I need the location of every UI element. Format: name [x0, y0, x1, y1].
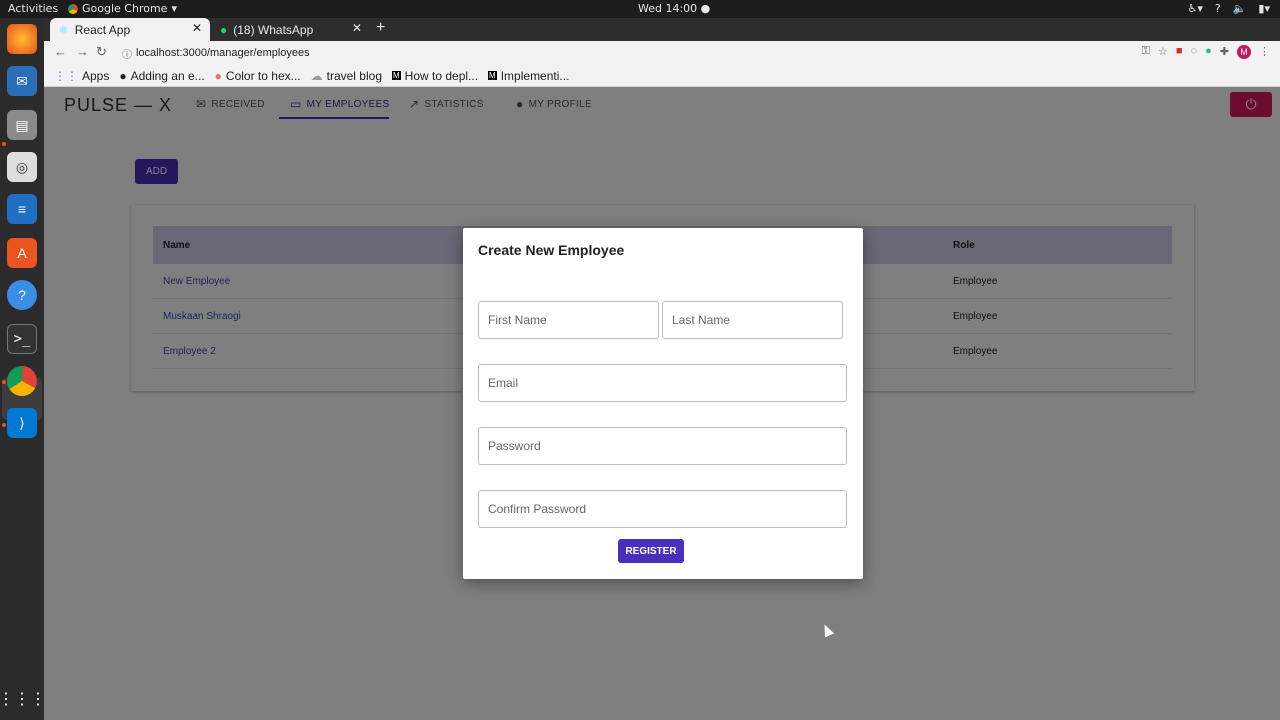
firefox-icon[interactable] [7, 24, 37, 54]
chevron-down-icon: ▾ [171, 2, 177, 15]
last-name-field[interactable]: Last Name [662, 301, 843, 339]
grammarly-icon[interactable]: ● [1205, 45, 1212, 59]
tab-label: (18) WhatsApp [233, 22, 314, 37]
dock: ✉ ▤ ◎ ≡ A ? >_ ⟩ ⋮⋮⋮ [0, 18, 46, 720]
bookmark-label: How to depl... [404, 68, 479, 83]
running-indicator [2, 380, 6, 384]
bookmark-item[interactable]: M How to depl... [392, 69, 478, 83]
puzzle-icon[interactable]: ✚ [1220, 45, 1229, 59]
url-text: localhost:3000/manager/employees [136, 47, 310, 59]
clock[interactable]: Wed 14:00 ● [638, 2, 710, 15]
browser-toolbar: ← → ↻ ⓘ localhost:3000/manager/employees… [44, 41, 1280, 65]
files-icon[interactable]: ▤ [7, 110, 37, 140]
bookmark-item[interactable]: ● Color to hex... [215, 69, 301, 83]
bookmark-label: Apps [82, 68, 110, 83]
dialog-title: Create New Employee [478, 242, 625, 258]
whatsapp-icon: ● [220, 22, 228, 37]
extension-icon[interactable]: ■ [1176, 45, 1183, 59]
address-bar[interactable]: ⓘ localhost:3000/manager/employees [116, 43, 1146, 63]
battery-icon: ▮▾ [1258, 2, 1270, 15]
system-tray[interactable]: ♿▾ ? 🔈 ▮▾ [1187, 2, 1270, 15]
bookmark-label: travel blog [326, 68, 382, 83]
volume-icon: 🔈 [1232, 2, 1247, 15]
running-indicator [2, 142, 6, 146]
new-tab-button[interactable]: + [376, 19, 385, 37]
medium-icon: M [488, 71, 497, 80]
writer-icon[interactable]: ≡ [7, 194, 37, 224]
bookmark-label: Color to hex... [225, 68, 301, 83]
register-button[interactable]: REGISTER [618, 539, 684, 563]
menu-icon[interactable]: ⋮ [1259, 45, 1270, 59]
bookmark-item[interactable]: ☁ travel blog [311, 69, 382, 83]
cloud-icon: ☁ [310, 68, 323, 83]
help-dock-icon[interactable]: ? [7, 280, 37, 310]
terminal-icon[interactable]: >_ [7, 324, 37, 354]
confirm-password-field[interactable]: Confirm Password [478, 490, 847, 528]
medium-icon: M [392, 71, 401, 80]
close-tab-icon[interactable]: ✕ [192, 21, 202, 35]
info-icon: ⓘ [122, 49, 132, 61]
bookmark-item[interactable]: ● Adding an e... [119, 69, 204, 83]
back-icon[interactable]: ← [54, 44, 67, 59]
software-icon[interactable]: A [7, 238, 37, 268]
bookmark-item[interactable]: M Implementi... [488, 69, 569, 83]
tab-label: React App [74, 22, 131, 37]
email-field[interactable]: Email [478, 364, 847, 402]
profile-avatar[interactable]: M [1237, 45, 1251, 59]
clock-text: Wed 14:00 [638, 2, 698, 15]
app-menu-label: Google Chrome [82, 2, 168, 15]
first-name-field[interactable]: First Name [478, 301, 659, 339]
rhythmbox-icon[interactable]: ◎ [7, 152, 37, 182]
forward-icon[interactable]: → [76, 44, 89, 59]
os-top-bar: Activities Google Chrome ▾ Wed 14:00 ● ♿… [0, 0, 1280, 18]
palette-icon: ● [214, 68, 222, 83]
extension-icon[interactable]: ◌ [1191, 45, 1198, 59]
vscode-icon[interactable]: ⟩ [7, 408, 37, 438]
reload-icon[interactable]: ↻ [96, 44, 107, 60]
show-apps-icon[interactable]: ⋮⋮⋮ [0, 684, 46, 714]
bookmarks-bar: ⋮⋮ Apps ● Adding an e... ● Color to hex... … [44, 65, 1280, 87]
apps-grid-icon: ⋮⋮ [54, 68, 78, 83]
chrome-dock-icon[interactable] [7, 366, 37, 396]
app-menu[interactable]: Google Chrome ▾ [68, 2, 177, 15]
activities-button[interactable]: Activities [8, 2, 58, 15]
github-icon: ● [119, 68, 127, 83]
password-field[interactable]: Password [478, 427, 847, 465]
create-employee-dialog: Create New Employee First Name Last Name… [463, 228, 863, 579]
bookmark-label: Implementi... [500, 68, 570, 83]
help-icon: ? [1214, 2, 1221, 15]
star-icon[interactable]: ☆ [1158, 45, 1168, 59]
key-icon[interactable]: ⚿ [1142, 45, 1150, 59]
bookmark-label: Adding an e... [130, 68, 205, 83]
thunderbird-icon[interactable]: ✉ [7, 66, 37, 96]
bookmark-apps[interactable]: ⋮⋮ Apps [54, 69, 109, 83]
tab-whatsapp[interactable]: ● (18) WhatsApp ✕ [212, 18, 370, 41]
tab-react-app[interactable]: ⚛ React App ✕ [50, 18, 210, 41]
close-tab-icon[interactable]: ✕ [352, 21, 362, 35]
react-icon: ⚛ [58, 22, 69, 37]
accessibility-icon[interactable]: ♿▾ [1187, 2, 1202, 15]
browser-tab-strip: ⚛ React App ✕ ● (18) WhatsApp ✕ + [44, 18, 1280, 41]
toolbar-actions: ⚿ ☆ ■ ◌ ● ✚ M ⋮ [1142, 45, 1270, 59]
running-indicator [2, 423, 6, 427]
chrome-icon [68, 3, 78, 14]
